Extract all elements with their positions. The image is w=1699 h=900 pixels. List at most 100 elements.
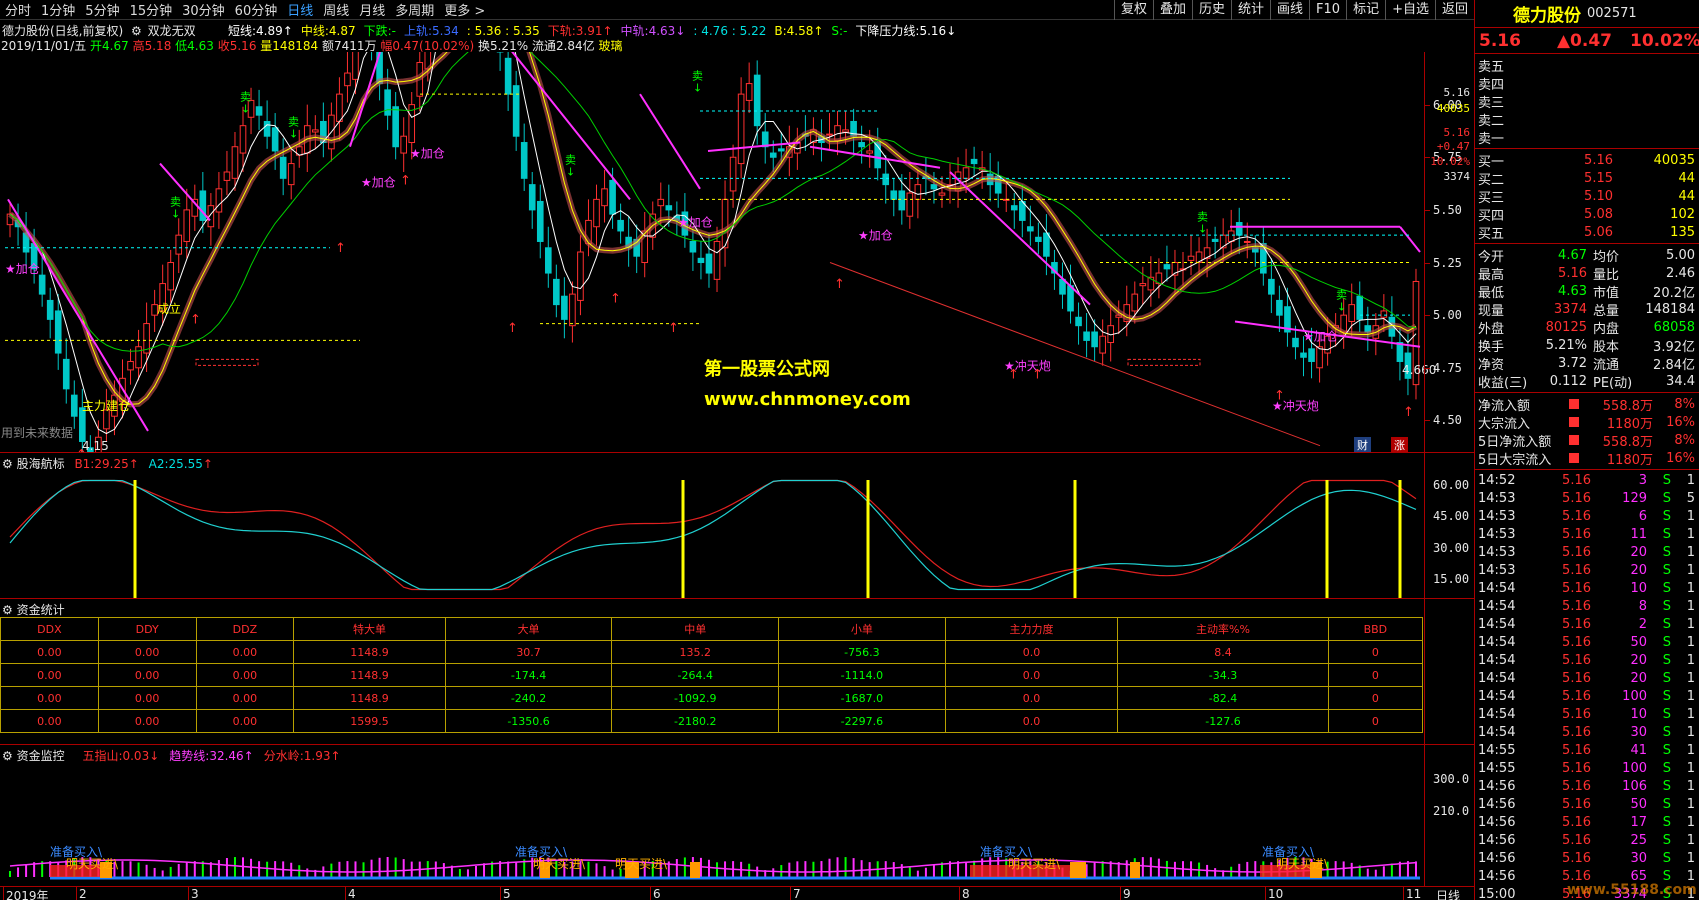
- tick-row: 14:56 5.16 106 S 1: [1475, 777, 1699, 795]
- table-cell: -1092.9: [611, 686, 780, 710]
- indicator-value: : 5.36 : 5.35: [466, 24, 540, 38]
- tab-30min[interactable]: 30分钟: [177, 0, 230, 19]
- last-price: 5.16: [1479, 30, 1521, 51]
- tab-5min[interactable]: 5分钟: [80, 0, 124, 19]
- bar-date: 2019/11/01/五: [1, 39, 87, 53]
- tab-multi-period[interactable]: 多周期: [390, 0, 439, 19]
- stat-row: 现量 3374 总量 148184: [1475, 300, 1699, 319]
- table-cell: 0.0: [944, 663, 1119, 687]
- candle-body: [400, 135, 407, 154]
- overlay-button[interactable]: 叠加: [1152, 0, 1192, 20]
- panel4-chart[interactable]: 准备买入\明天买进\准备买入\明天买进\ 明天买进\准备买入\明天买进\准备买入\…: [0, 762, 1424, 886]
- table-cell: -2297.6: [778, 709, 946, 733]
- panel4-title[interactable]: 资金监控: [17, 749, 65, 763]
- bid-price: 5.10: [1584, 188, 1613, 204]
- tick-row: 14:52 5.16 3 S 1: [1475, 471, 1699, 489]
- mark-button[interactable]: 标记: [1346, 0, 1385, 20]
- settings-icon[interactable]: ⚙: [2, 457, 13, 471]
- b1-line: [9, 479, 1417, 591]
- sell-arrow-icon: ↓: [566, 166, 575, 179]
- stats-button[interactable]: 统计: [1231, 0, 1270, 20]
- sell-arrow-icon: ↓: [693, 81, 702, 94]
- settings-icon[interactable]: ⚙: [131, 24, 142, 38]
- tab-daily[interactable]: 日线: [282, 0, 318, 19]
- tick-row: 14:54 5.16 2 S 1: [1475, 615, 1699, 633]
- tick-count: 1: [1686, 544, 1695, 560]
- candle-body: [1075, 316, 1082, 327]
- tab-60min[interactable]: 60分钟: [230, 0, 283, 19]
- table-cell: 0.00: [195, 640, 295, 664]
- candle-body: [769, 152, 777, 158]
- table-cell: 0: [1327, 663, 1424, 687]
- a2-value: 25.55: [168, 457, 203, 471]
- tab-1min[interactable]: 1分钟: [36, 0, 80, 19]
- fuquan-button[interactable]: 复权: [1113, 0, 1153, 20]
- tick-volume: 100: [1622, 688, 1647, 704]
- limit-up-badge[interactable]: 涨: [1391, 437, 1408, 453]
- flow-pct: 8%: [1674, 396, 1695, 412]
- tick-side: S: [1662, 832, 1671, 848]
- tick-row: 14:54 5.16 10 S 1: [1475, 705, 1699, 723]
- settings-icon[interactable]: ⚙: [2, 749, 13, 763]
- tick-row: 14:56 5.16 17 S 1: [1475, 813, 1699, 831]
- tab-weekly[interactable]: 周线: [318, 0, 354, 19]
- history-button[interactable]: 历史: [1191, 0, 1231, 20]
- tick-volume: 17: [1630, 814, 1647, 830]
- tick-volume: 106: [1622, 778, 1647, 794]
- panel2-title[interactable]: 股海航标: [17, 457, 65, 471]
- tab-15min[interactable]: 15分钟: [125, 0, 178, 19]
- buy-arrow-icon: ↑: [190, 313, 201, 328]
- panel4-tick: 300.0: [1433, 772, 1470, 786]
- flow-value: 558.8万: [1602, 434, 1653, 450]
- candle-body: [729, 156, 737, 192]
- formula-name[interactable]: 双龙无双: [148, 24, 196, 38]
- tick-list[interactable]: 14:52 5.16 3 S 1 14:53 5.16 129 S 5 14:53 5.16 6 S 1 14…: [1475, 470, 1699, 900]
- ask-row: 卖四: [1475, 74, 1699, 93]
- table-cell: 30.7: [444, 640, 613, 664]
- quote-label: 5.16: [1443, 126, 1471, 139]
- candle-body: [890, 190, 898, 200]
- x-tick: 2019年: [3, 887, 49, 900]
- indicator-label: 下降压力线:: [855, 24, 920, 38]
- draw-line-button[interactable]: 画线: [1270, 0, 1309, 20]
- settings-icon[interactable]: ⚙: [2, 603, 13, 617]
- tick-row: 14:56 5.16 30 S 1: [1475, 849, 1699, 867]
- signal-box: [195, 358, 259, 366]
- tab-fenshi[interactable]: 分时: [0, 0, 36, 19]
- fund-block-orange: [690, 862, 700, 878]
- price-tick-label: 4.75: [1433, 360, 1462, 375]
- add-watchlist-button[interactable]: +自选: [1385, 0, 1435, 20]
- finance-badge[interactable]: 财: [1354, 437, 1371, 453]
- quote-panel: 德力股份 002571 5.16 ▲0.47 10.02% 卖五 卖四 卖三 卖二 卖一…: [1474, 0, 1699, 900]
- back-button[interactable]: 返回: [1434, 0, 1474, 20]
- watermark-title: 第一股票公式网: [704, 359, 830, 380]
- tick-row: 14:53 5.16 20 S 1: [1475, 561, 1699, 579]
- panel3-title[interactable]: 资金统计: [17, 603, 65, 617]
- panel2-chart[interactable]: [0, 470, 1424, 600]
- table-cell: -1114.0: [778, 663, 946, 687]
- f10-button[interactable]: F10: [1309, 0, 1346, 20]
- indicator-value: -: [843, 24, 848, 38]
- candle-body: [1010, 205, 1018, 211]
- tick-row: 14:56 5.16 25 S 1: [1475, 831, 1699, 849]
- indicator-item: 短线:4.89↑: [228, 24, 293, 38]
- tick-time: 14:54: [1478, 616, 1516, 632]
- indicator-item: B:4.58↑: [774, 24, 823, 38]
- tick-side: S: [1662, 670, 1671, 686]
- tick-side: S: [1662, 814, 1671, 830]
- candle-body: [577, 251, 584, 301]
- tab-more[interactable]: 更多 >: [439, 0, 490, 19]
- tab-monthly[interactable]: 月线: [354, 0, 390, 19]
- x-tick: 11: [1403, 887, 1421, 900]
- table-header-cell: BBD: [1327, 617, 1424, 641]
- tick-side: S: [1662, 850, 1671, 866]
- table-cell: -240.2: [444, 686, 613, 710]
- table-cell: 0: [1327, 686, 1424, 710]
- tick-row: 14:54 5.16 20 S 1: [1475, 669, 1699, 687]
- flow-label: 5日净流入额: [1478, 434, 1552, 450]
- tick-count: 1: [1686, 796, 1695, 812]
- price-tick-mark: [1425, 209, 1430, 211]
- flow-bar: [1569, 399, 1579, 409]
- tick-volume: 20: [1630, 670, 1647, 686]
- panel2-tick: 30.00: [1433, 540, 1470, 555]
